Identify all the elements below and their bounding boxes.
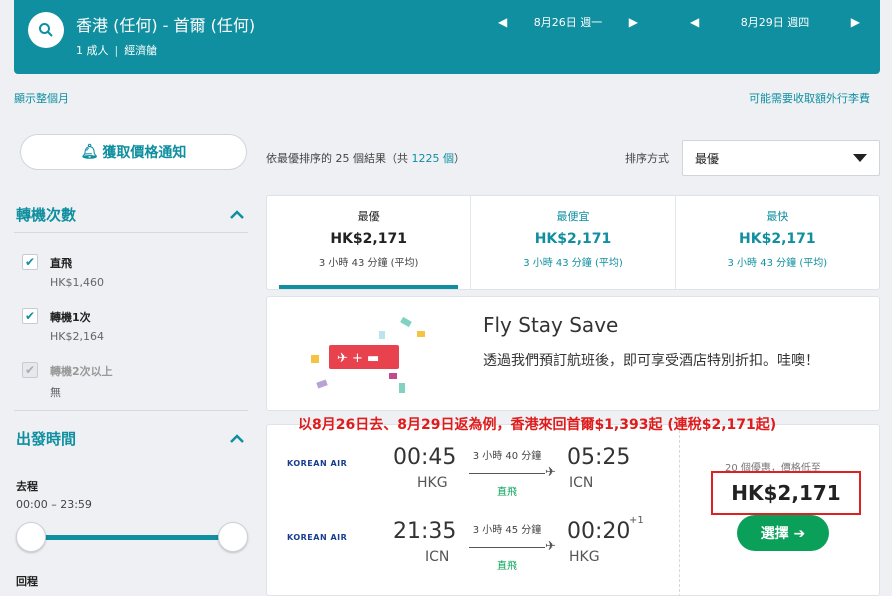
tab-price: HK$2,171 [330,231,407,247]
plane-icon: ✈ [545,465,556,480]
arrival-time: 00:20 [567,519,631,544]
departure-time-title[interactable]: 出發時間 [16,428,76,449]
day-offset: +1 [629,515,644,526]
tab-fastest[interactable]: 最快 HK$2,171 3 小時 43 分鐘 (平均) [676,196,879,289]
chevron-up-icon[interactable] [228,206,246,224]
sort-tabs: 最優 HK$2,171 3 小時 43 分鐘 (平均) 最便宜 HK$2,171… [266,195,880,290]
stop-checkbox-one[interactable]: ✔ [22,308,38,324]
flight-hotel-illustration: ✈ + ▬ [311,316,425,393]
stop-price: HK$2,164 [50,330,104,343]
departure-airport: ICN [425,549,450,565]
annotation-text: 以8月26日去、8月29日返為例，香港來回首爾$1,393起 (連稅$2,171… [298,417,777,433]
stop-label: 轉機1次 [50,311,91,324]
promo-title: Fly Stay Save [483,313,619,337]
next-depart-date-icon[interactable]: ▶ [629,15,638,29]
tab-duration: 3 小時 43 分鐘 (平均) [318,258,419,269]
check-icon: ✔ [24,255,36,269]
stops-info: 直飛 [497,561,517,572]
airline-logo: KOREAN AIR [287,533,348,542]
outbound-range: 00:00 – 23:59 [16,498,92,511]
stop-checkbox-two-plus[interactable]: ✔ [22,362,38,378]
results-total: 1225 個 [411,152,455,165]
airline-logo: KOREAN AIR [287,459,348,468]
passengers: 1 成人 [76,44,109,57]
time-slider-track[interactable] [30,535,234,540]
search-icon [39,23,53,37]
prev-depart-date-icon[interactable]: ◀ [498,15,507,29]
route-line [469,473,545,474]
return-label: 回程 [16,575,38,588]
svg-text:✈ + ▬: ✈ + ▬ [337,351,379,366]
sort-label: 排序方式 [625,152,669,165]
slider-handle-end[interactable] [218,522,248,552]
tab-price: HK$2,171 [739,231,816,247]
departure-time: 00:45 [393,445,457,470]
price-alert-label: 獲取價格通知 [102,145,187,161]
return-date[interactable]: 8月29日 週四 [741,14,810,30]
stops-title[interactable]: 轉機次數 [16,204,76,225]
cabin-class: 經濟艙 [124,44,158,57]
stops-info: 直飛 [497,487,517,498]
stop-label: 直飛 [50,257,72,270]
tab-duration: 3 小時 43 分鐘 (平均) [727,258,828,269]
tab-cheapest[interactable]: 最便宜 HK$2,171 3 小時 43 分鐘 (平均) [471,196,676,289]
separator: | [114,44,119,57]
passenger-cabin[interactable]: 1 成人 | 經濟艙 [76,42,157,58]
results-count: 依最優排序的 25 個結果（共 1225 個） [266,150,465,166]
route-line [469,547,545,548]
tab-title: 最便宜 [556,210,590,223]
flight-duration: 3 小時 45 分鐘 [472,525,542,536]
departure-airport: HKG [417,475,448,491]
route-title[interactable]: 香港 (任何) - 首爾 (任何) [76,12,255,36]
arrival-time: 05:25 [567,445,631,470]
plane-icon: ✈ [545,539,556,554]
tab-title: 最優 [357,210,380,223]
next-return-date-icon[interactable]: ▶ [851,15,860,29]
tab-duration: 3 小時 43 分鐘 (平均) [523,258,623,269]
tab-title: 最快 [766,210,789,223]
stop-price: 無 [50,386,61,399]
bell-icon: 🔔︎ [80,144,99,160]
results-count-prefix: 依最優排序的 25 個結果（共 [266,152,412,165]
depart-date[interactable]: 8月26日 週一 [534,14,603,30]
tab-best[interactable]: 最優 HK$2,171 3 小時 43 分鐘 (平均) [267,196,472,289]
search-button[interactable] [28,12,64,48]
return-date-picker[interactable]: ◀ 8月29日 週四 ▶ [690,14,860,30]
stop-price: HK$1,460 [50,276,104,289]
slider-handle-start[interactable] [16,522,46,552]
flight-result-card[interactable]: KOREAN AIR 00:45 HKG 3 小時 40 分鐘 ✈ 直飛 05:… [266,424,880,596]
tab-price: HK$2,171 [534,231,612,247]
prev-return-date-icon[interactable]: ◀ [690,15,699,29]
stop-checkbox-direct[interactable]: ✔ [22,254,38,270]
baggage-fees-link[interactable]: 可能需要收取額外行李費 [749,90,870,106]
check-icon: ✔ [24,363,36,377]
price-alert-button[interactable]: 🔔︎ 獲取價格通知 [20,134,247,170]
flight-price: HK$2,171 [711,471,861,515]
divider [14,410,248,411]
select-button[interactable]: 選擇 ➔ [737,515,829,551]
flight-duration: 3 小時 40 分鐘 [472,451,542,462]
promo-text: 透過我們預訂航班後，即可享受酒店特別折扣。哇噢！ [483,353,819,369]
sort-dropdown[interactable]: 最優 [682,140,880,176]
stop-label: 轉機2次以上 [50,365,113,378]
search-header: 香港 (任何) - 首爾 (任何) 1 成人 | 經濟艙 ◀ 8月26日 週一 ▶ … [14,0,880,74]
depart-date-picker[interactable]: ◀ 8月26日 週一 ▶ [498,14,638,30]
fly-stay-save-promo[interactable]: ✈ + ▬ Fly Stay Save 透過我們預訂航班後，即可享受酒店特別折扣… [266,296,880,411]
outbound-label: 去程 [16,480,38,493]
check-icon: ✔ [24,309,36,323]
show-month-link[interactable]: 顯示整個月 [14,90,69,106]
results-count-suffix: ） [454,152,465,165]
caret-down-icon [853,154,867,162]
departure-time: 21:35 [393,519,457,544]
sort-value: 最優 [695,151,720,166]
arrival-airport: HKG [569,549,600,565]
chevron-up-icon[interactable] [228,430,246,448]
divider [14,232,248,233]
arrival-airport: ICN [569,475,594,491]
